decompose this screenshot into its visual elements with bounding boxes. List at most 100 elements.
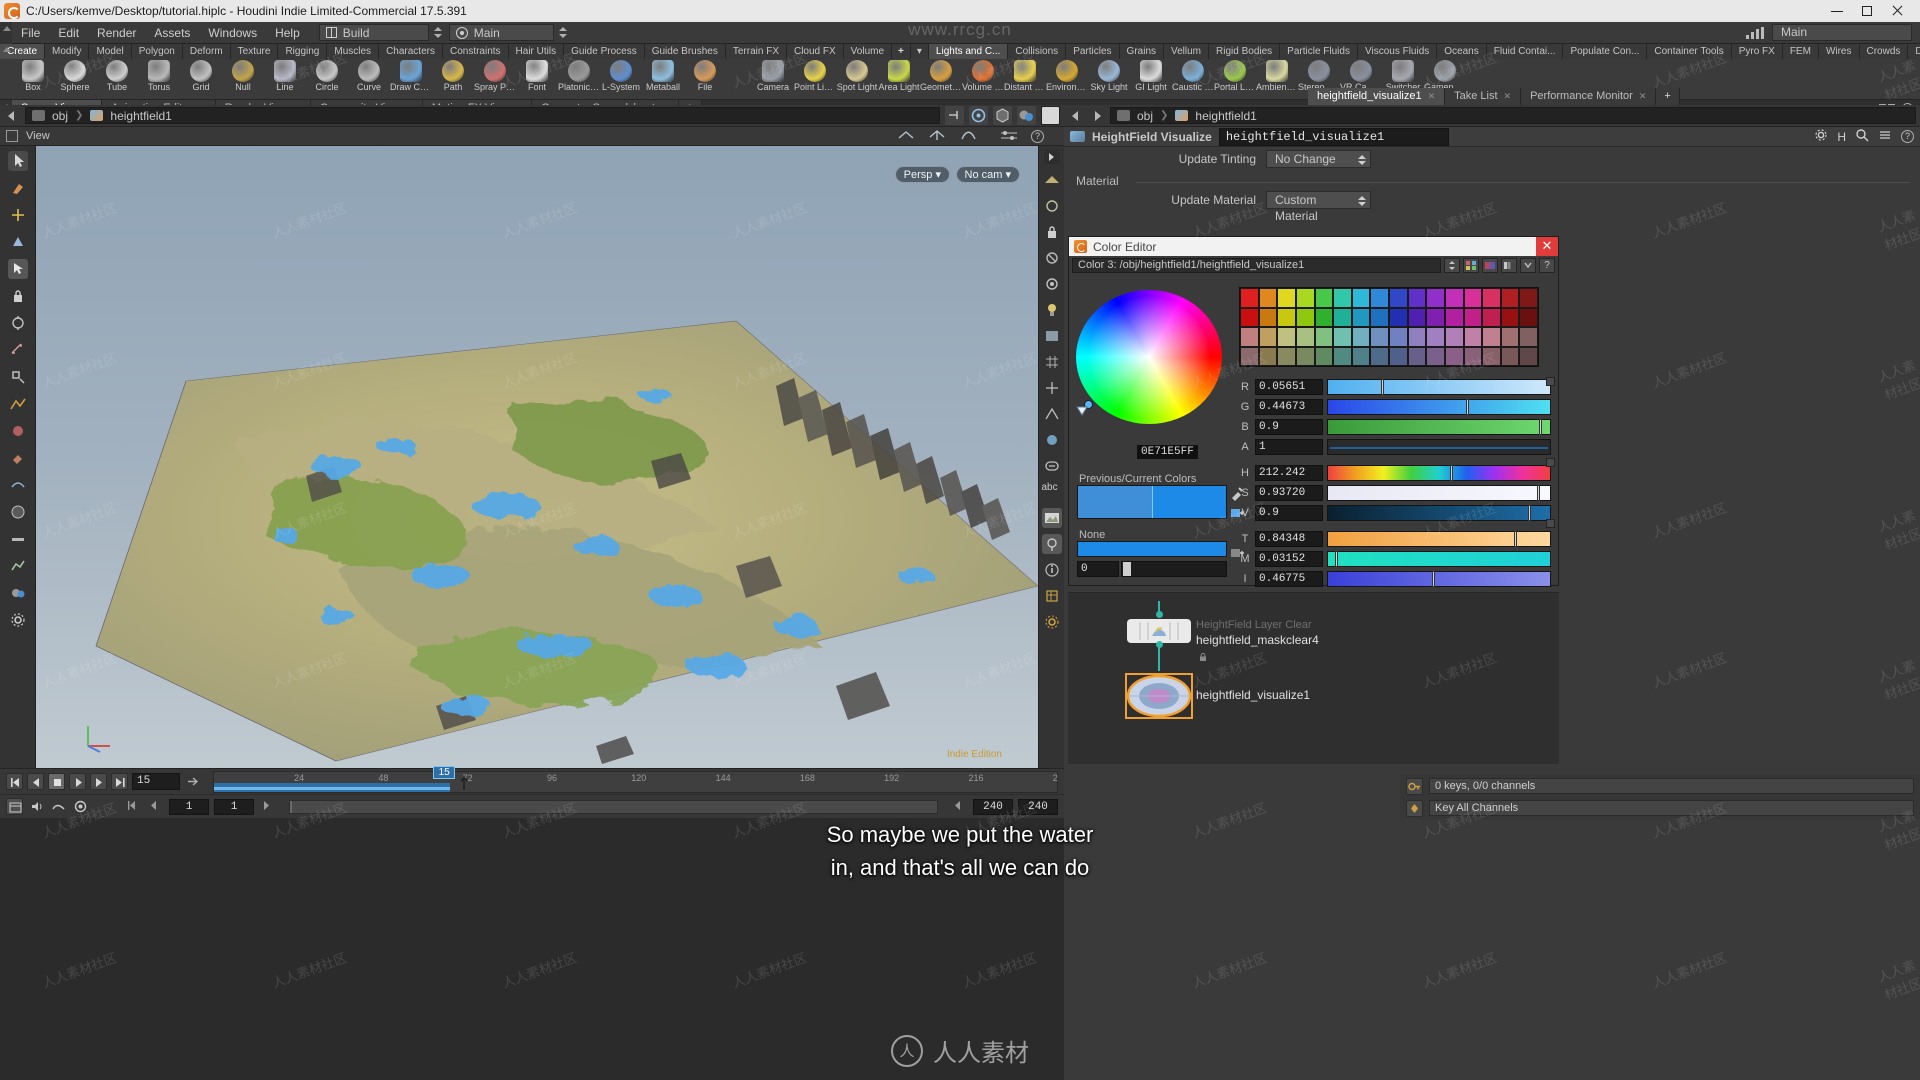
color-swatch[interactable] — [1277, 307, 1296, 327]
node-help-icon[interactable]: ? — [1901, 130, 1914, 143]
info-display-icon[interactable] — [1042, 560, 1062, 580]
color-swatch[interactable] — [1463, 288, 1483, 308]
menu-help[interactable]: Help — [266, 22, 309, 44]
color-swatch[interactable] — [1389, 307, 1408, 327]
shelf-add-tab[interactable]: + — [892, 44, 911, 59]
sculpt-tool-icon[interactable] — [8, 421, 28, 441]
shelf-tool-tube[interactable]: Tube — [96, 59, 138, 92]
shelf-tool-sphere[interactable]: Sphere — [54, 59, 96, 92]
flatten-tool-icon[interactable] — [8, 529, 28, 549]
color-swatch[interactable] — [1407, 346, 1427, 366]
minimize-button[interactable] — [1830, 4, 1844, 18]
palette-options-button[interactable] — [1520, 258, 1536, 273]
alpha-slider[interactable] — [1121, 561, 1227, 577]
shelf-tab-wires[interactable]: Wires — [1818, 44, 1860, 59]
color-swatch[interactable] — [1426, 307, 1445, 327]
settings-tool-icon[interactable] — [8, 610, 28, 630]
right-tab-add[interactable]: + — [1656, 88, 1680, 105]
shelf-tab-viscous-fluids[interactable]: Viscous Fluids — [1357, 44, 1438, 59]
loop-toggle-icon[interactable] — [72, 798, 89, 815]
shelf-tool-geometry-light[interactable]: Geometry Light — [920, 59, 962, 92]
shelf-tab-grains[interactable]: Grains — [1119, 44, 1164, 59]
color-swatch[interactable] — [1389, 288, 1408, 308]
shelf-tool-portal-light[interactable]: Portal Light — [1214, 59, 1256, 92]
disable-icon[interactable] — [1042, 248, 1062, 268]
color-swatch[interactable] — [1519, 327, 1538, 347]
persp-view-button[interactable]: Persp ▾ — [894, 166, 950, 183]
color-swatch[interactable] — [1333, 346, 1352, 366]
update-material-menu[interactable]: Custom Material — [1266, 191, 1371, 223]
channel-scroll-down-icon[interactable] — [1546, 519, 1555, 528]
right-tab-close-icon[interactable]: ✕ — [1504, 88, 1512, 105]
shelf-tab-fem[interactable]: FEM — [1782, 44, 1819, 59]
color-swatch[interactable] — [1370, 307, 1389, 327]
crumb-node[interactable]: heightfield1 — [110, 109, 171, 123]
range-end-field-2[interactable]: 240 — [1018, 798, 1058, 815]
sync-path-button[interactable] — [969, 106, 988, 125]
shelf-tab-vellum[interactable]: Vellum — [1164, 44, 1210, 59]
display-geometry-button[interactable] — [993, 106, 1012, 125]
previous-current-swatches[interactable] — [1077, 485, 1227, 519]
measure-tool-icon[interactable] — [8, 340, 28, 360]
viewport-help-icon[interactable]: ? — [1031, 129, 1044, 143]
color-swatch[interactable] — [1389, 346, 1408, 366]
color-swatch[interactable] — [1463, 327, 1483, 347]
grid-toggle-icon[interactable] — [1042, 352, 1062, 372]
right-tab-close-icon[interactable]: ✕ — [1639, 88, 1647, 105]
viewport-layout-icon[interactable] — [6, 130, 18, 142]
shelf-tab-lights-and-c[interactable]: Lights and C... — [928, 44, 1009, 59]
shelf-tab-drive-simula[interactable]: Drive Simula... — [1908, 44, 1920, 59]
right-tab-close-icon[interactable]: ✕ — [1428, 88, 1436, 105]
color-swatch[interactable] — [1240, 307, 1259, 327]
right-tab-heightfield-visualize1[interactable]: heightfield_visualize1 ✕ — [1308, 88, 1446, 105]
stop-button[interactable] — [48, 773, 65, 790]
hex-value-field[interactable]: 0E71E5FF — [1137, 445, 1198, 459]
color-swatch[interactable] — [1389, 327, 1408, 347]
channel-handle[interactable] — [1450, 464, 1454, 481]
color-swatch[interactable] — [1240, 288, 1259, 308]
current-frame-field[interactable]: 15 — [132, 773, 180, 790]
shelf-tool-caustic-light[interactable]: Caustic Light — [1172, 59, 1214, 92]
display-options-icon[interactable] — [1042, 196, 1062, 216]
image-display-icon[interactable] — [1041, 508, 1062, 528]
erase-tool-icon[interactable] — [8, 448, 28, 468]
channel-value-m[interactable]: 0.03152 — [1255, 550, 1323, 567]
shelf-tool-point-light[interactable]: Point Light — [794, 59, 836, 92]
color-swatch[interactable] — [1482, 346, 1501, 366]
node-name-label-2[interactable]: heightfield_visualize1 — [1196, 688, 1310, 702]
channel-scroll-column[interactable] — [1546, 377, 1555, 577]
camera-view-icon[interactable] — [1042, 274, 1062, 294]
main-selector[interactable]: Main — [448, 24, 554, 41]
channel-value-h[interactable]: 212.242 — [1255, 464, 1323, 481]
shelf-tab-hair-utils[interactable]: Hair Utils — [508, 44, 565, 59]
channel-value-s[interactable]: 0.93720 — [1255, 484, 1323, 501]
ramp-mode-button[interactable] — [1482, 258, 1498, 273]
shelf-tool-font[interactable]: Font — [516, 59, 558, 92]
palette-mode-button[interactable] — [1463, 258, 1479, 273]
back-arrow-icon[interactable] — [4, 108, 20, 124]
color-swatch[interactable] — [1519, 307, 1538, 327]
color-swatch[interactable] — [1407, 288, 1427, 308]
color-swatch[interactable] — [1444, 288, 1464, 308]
shelf-tab-container-tools[interactable]: Container Tools — [1647, 44, 1732, 59]
key-status-field[interactable]: 0 keys, 0/0 channels — [1429, 778, 1914, 794]
node-heightfield-maskclear4[interactable] — [1127, 619, 1191, 643]
color-swatch[interactable] — [1519, 346, 1538, 366]
shelf-tool-sky-light[interactable]: Sky Light — [1088, 59, 1130, 92]
color-swatch[interactable] — [1351, 307, 1371, 327]
text-display-icon[interactable]: abc — [1042, 482, 1062, 502]
shelf-tab-texture[interactable]: Texture — [230, 44, 279, 59]
camera-selector-button[interactable]: No cam ▾ — [955, 166, 1020, 183]
key-icon[interactable] — [1406, 777, 1423, 795]
group-list-icon[interactable] — [1042, 456, 1062, 476]
prev-key-button[interactable] — [27, 773, 44, 790]
shelf-tool-spray-paint[interactable]: Spray Paint — [474, 59, 516, 92]
timeline-slider[interactable]: 24 48 72 96 120 144 168 192 216 2 15 — [213, 765, 1058, 793]
viewport-tool-2-icon[interactable] — [929, 128, 946, 145]
viewport-3d[interactable]: Persp ▾ No cam ▾ Indie Edition abc — [0, 146, 1064, 768]
play-button[interactable] — [69, 773, 86, 790]
param-forward-arrow-icon[interactable] — [1089, 108, 1105, 124]
channel-slider-v[interactable] — [1327, 504, 1551, 521]
playbar-settings-icon[interactable] — [6, 798, 23, 815]
shelf-tab-cloud-fx[interactable]: Cloud FX — [786, 44, 844, 59]
